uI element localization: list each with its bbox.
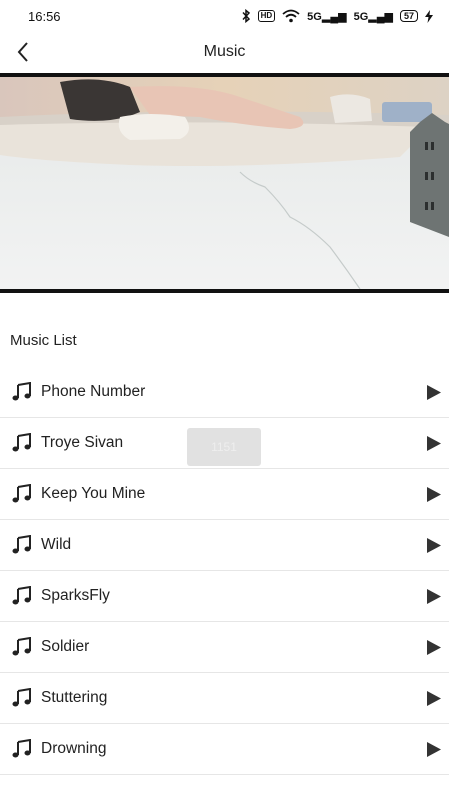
music-item-soldier[interactable]: Soldier	[0, 622, 449, 673]
play-icon[interactable]	[427, 436, 441, 451]
bluetooth-icon	[242, 9, 250, 23]
charging-icon	[425, 9, 433, 23]
play-icon[interactable]	[427, 691, 441, 706]
music-title: Stuttering	[41, 689, 108, 706]
music-item-sparksfly[interactable]: SparksFly	[0, 571, 449, 622]
page-title: Music	[203, 43, 246, 60]
music-note-icon	[12, 382, 31, 401]
battery-icon: 57	[399, 10, 418, 22]
toast-text: 1151	[211, 440, 237, 454]
nav-bar: Music	[0, 32, 449, 72]
status-bar: 16:56 HD 5G▂▄▆ 5G▂▄▆ 57	[0, 0, 449, 32]
music-note-icon	[12, 484, 31, 503]
music-title: Drowning	[41, 740, 107, 757]
video-player[interactable]	[0, 73, 449, 293]
video-frame-image	[0, 77, 449, 289]
music-item-wild[interactable]: Wild	[0, 520, 449, 571]
hd-badge: HD	[257, 10, 276, 22]
wifi-icon	[282, 9, 300, 23]
music-note-icon	[12, 739, 31, 758]
music-title: Wild	[41, 536, 72, 553]
music-note-icon	[12, 433, 31, 452]
music-title: SparksFly	[41, 587, 110, 604]
play-icon[interactable]	[427, 538, 441, 553]
music-list-heading: Music List	[10, 332, 77, 349]
toast-overlay: 1151	[187, 428, 261, 466]
play-icon[interactable]	[427, 589, 441, 604]
play-icon[interactable]	[427, 487, 441, 502]
play-icon[interactable]	[427, 385, 441, 400]
music-title: Keep You Mine	[41, 485, 146, 502]
back-icon[interactable]	[10, 38, 38, 66]
music-title: Phone Number	[41, 383, 146, 400]
music-title: Troye Sivan	[41, 434, 124, 451]
signal-1-icon: 5G▂▄▆	[307, 10, 347, 23]
status-icons: HD 5G▂▄▆ 5G▂▄▆ 57	[241, 9, 433, 23]
status-time: 16:56	[28, 8, 61, 24]
music-note-icon	[12, 586, 31, 605]
play-icon[interactable]	[427, 640, 441, 655]
music-note-icon	[12, 535, 31, 554]
music-item-keep-you-mine[interactable]: Keep You Mine	[0, 469, 449, 520]
music-item-phone-number[interactable]: Phone Number	[0, 367, 449, 418]
music-item-stuttering[interactable]: Stuttering	[0, 673, 449, 724]
play-icon[interactable]	[427, 742, 441, 757]
signal-2-icon: 5G▂▄▆	[353, 10, 393, 23]
music-item-drowning[interactable]: Drowning	[0, 724, 449, 775]
music-note-icon	[12, 688, 31, 707]
music-title: Soldier	[41, 638, 90, 655]
music-note-icon	[12, 637, 31, 656]
